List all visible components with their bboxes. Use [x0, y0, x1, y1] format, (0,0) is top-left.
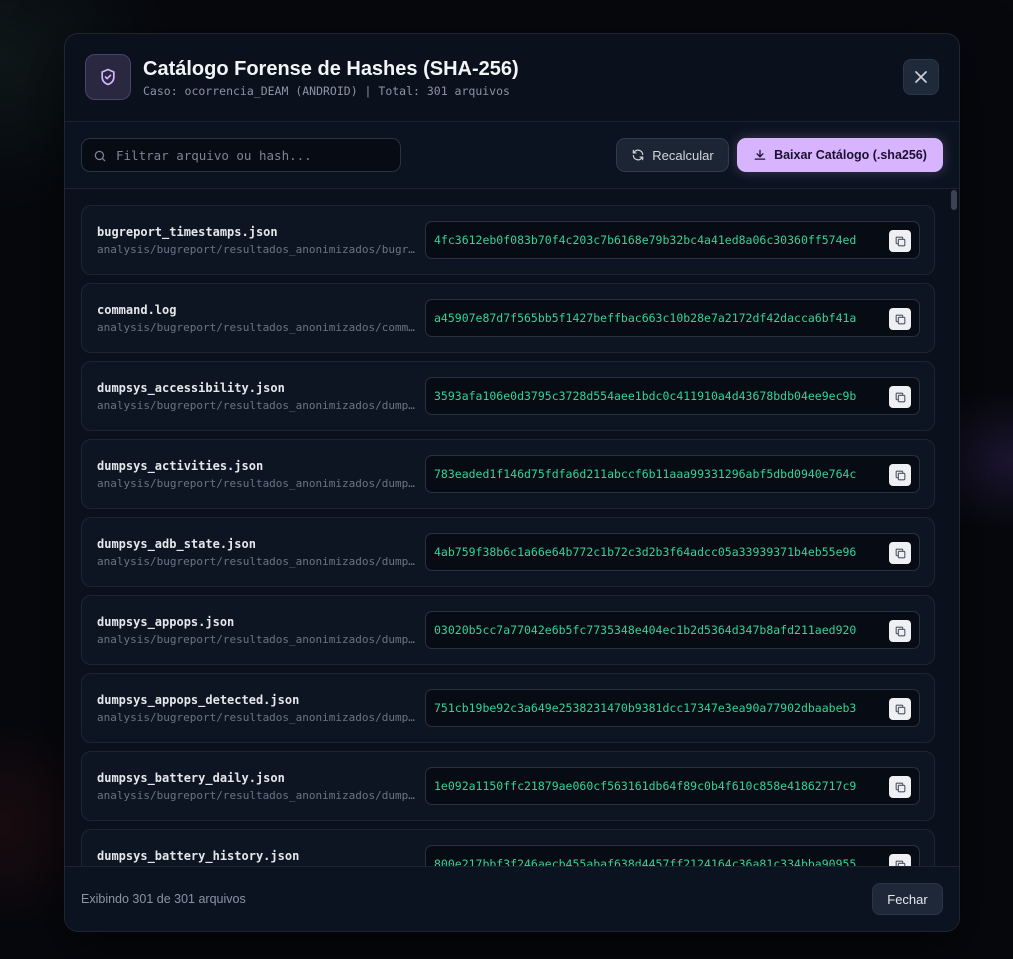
close-footer-button[interactable]: Fechar: [872, 883, 943, 915]
file-row: bugreport_timestamps.json analysis/bugre…: [81, 205, 935, 275]
file-count-text: Exibindo 301 de 301 arquivos: [81, 892, 246, 906]
copy-icon: [895, 626, 905, 636]
copy-icon: [895, 392, 905, 402]
file-row: dumpsys_appops.json analysis/bugreport/r…: [81, 595, 935, 665]
file-list: bugreport_timestamps.json analysis/bugre…: [81, 205, 935, 867]
hash-value[interactable]: 4fc3612eb0f083b70f4c203c7b6168e79b32bc4a…: [434, 233, 882, 247]
search-box: [81, 138, 401, 172]
file-row: dumpsys_battery_daily.json analysis/bugr…: [81, 751, 935, 821]
hash-value[interactable]: 3593afa106e0d3795c3728d554aee1bdc0c41191…: [434, 389, 882, 403]
file-name: dumpsys_battery_daily.json: [97, 771, 285, 785]
copy-button[interactable]: [889, 308, 911, 330]
file-row: dumpsys_adb_state.json analysis/bugrepor…: [81, 517, 935, 587]
copy-button[interactable]: [889, 542, 911, 564]
file-name: dumpsys_appops_detected.json: [97, 693, 300, 707]
file-name: dumpsys_appops.json: [97, 615, 235, 629]
file-path: analysis/bugreport/resultados_anonimizad…: [97, 711, 415, 724]
file-name: bugreport_timestamps.json: [97, 225, 278, 239]
hash-field: 03020b5cc7a77042e6b5fc7735348e404ec1b2d5…: [425, 611, 920, 649]
copy-icon: [895, 314, 905, 324]
hash-field: 4fc3612eb0f083b70f4c203c7b6168e79b32bc4a…: [425, 221, 920, 259]
file-name: dumpsys_accessibility.json: [97, 381, 285, 395]
file-path: analysis/bugreport/resultados_anonimizad…: [97, 477, 415, 490]
file-name: dumpsys_activities.json: [97, 459, 264, 473]
hash-value[interactable]: 4ab759f38b6c1a66e64b772c1b72c3d2b3f64adc…: [434, 545, 882, 559]
close-button[interactable]: [903, 59, 939, 95]
modal-footer: Exibindo 301 de 301 arquivos Fechar: [65, 866, 959, 931]
hash-field: 1e092a1150ffc21879ae060cf563161db64f89c0…: [425, 767, 920, 805]
hash-value[interactable]: a45907e87d7f565bb5f1427beffbac663c10b28e…: [434, 311, 882, 325]
file-path: analysis/bugreport/resultados_anonimizad…: [97, 243, 415, 256]
file-path: analysis/bugreport/resultados_anonimizad…: [97, 321, 415, 334]
copy-icon: [895, 704, 905, 714]
search-input[interactable]: [116, 139, 396, 171]
download-catalog-button[interactable]: Baixar Catálogo (.sha256): [737, 138, 943, 172]
copy-icon: [895, 236, 905, 246]
scrollbar-thumb[interactable]: [951, 190, 957, 210]
shield-check-icon: [85, 54, 131, 100]
recalculate-button[interactable]: Recalcular: [616, 138, 729, 172]
hash-field: 751cb19be92c3a649e2538231470b9381dcc1734…: [425, 689, 920, 727]
file-row: dumpsys_accessibility.json analysis/bugr…: [81, 361, 935, 431]
close-icon: [915, 71, 927, 83]
hash-catalog-modal: Catálogo Forense de Hashes (SHA-256) Cas…: [64, 33, 960, 932]
file-path: analysis/bugreport/resultados_anonimizad…: [97, 555, 415, 568]
copy-button[interactable]: [889, 464, 911, 486]
hash-field: 800e217bbf3f246aecb455abaf638d4457ff2124…: [425, 845, 920, 867]
download-label: Baixar Catálogo (.sha256): [774, 148, 927, 162]
toolbar: Recalcular Baixar Catálogo (.sha256): [65, 122, 959, 189]
file-name: dumpsys_battery_history.json: [97, 849, 300, 863]
file-row: dumpsys_appops_detected.json analysis/bu…: [81, 673, 935, 743]
copy-button[interactable]: [889, 698, 911, 720]
hash-value[interactable]: 783eaded1f146d75fdfa6d211abccf6b11aaa993…: [434, 467, 882, 481]
copy-icon: [895, 470, 905, 480]
file-list-scroll-area[interactable]: bugreport_timestamps.json analysis/bugre…: [65, 189, 959, 867]
modal-title: Catálogo Forense de Hashes (SHA-256): [143, 58, 519, 80]
hash-field: a45907e87d7f565bb5f1427beffbac663c10b28e…: [425, 299, 920, 337]
file-name: dumpsys_adb_state.json: [97, 537, 256, 551]
download-icon: [754, 149, 766, 160]
recalculate-label: Recalcular: [652, 147, 714, 163]
file-path: analysis/bugreport/resultados_anonimizad…: [97, 399, 415, 412]
hash-value[interactable]: 751cb19be92c3a649e2538231470b9381dcc1734…: [434, 701, 882, 715]
copy-button[interactable]: [889, 230, 911, 252]
hash-field: 4ab759f38b6c1a66e64b772c1b72c3d2b3f64adc…: [425, 533, 920, 571]
copy-button[interactable]: [889, 776, 911, 798]
copy-icon: [895, 782, 905, 792]
search-icon: [94, 150, 106, 162]
copy-icon: [895, 548, 905, 558]
hash-field: 3593afa106e0d3795c3728d554aee1bdc0c41191…: [425, 377, 920, 415]
file-row: dumpsys_battery_history.json analysis/bu…: [81, 829, 935, 867]
file-row: dumpsys_activities.json analysis/bugrepo…: [81, 439, 935, 509]
file-path: analysis/bugreport/resultados_anonimizad…: [97, 789, 415, 802]
copy-button[interactable]: [889, 620, 911, 642]
file-name: command.log: [97, 303, 177, 317]
modal-subtitle: Caso: ocorrencia_DEAM (ANDROID) | Total:…: [143, 84, 510, 98]
copy-button[interactable]: [889, 386, 911, 408]
hash-value[interactable]: 1e092a1150ffc21879ae060cf563161db64f89c0…: [434, 779, 882, 793]
refresh-icon: [633, 149, 644, 161]
hash-value[interactable]: 03020b5cc7a77042e6b5fc7735348e404ec1b2d5…: [434, 623, 882, 637]
file-row: command.log analysis/bugreport/resultado…: [81, 283, 935, 353]
modal-header: Catálogo Forense de Hashes (SHA-256) Cas…: [65, 34, 959, 122]
file-path: analysis/bugreport/resultados_anonimizad…: [97, 633, 415, 646]
hash-field: 783eaded1f146d75fdfa6d211abccf6b11aaa993…: [425, 455, 920, 493]
